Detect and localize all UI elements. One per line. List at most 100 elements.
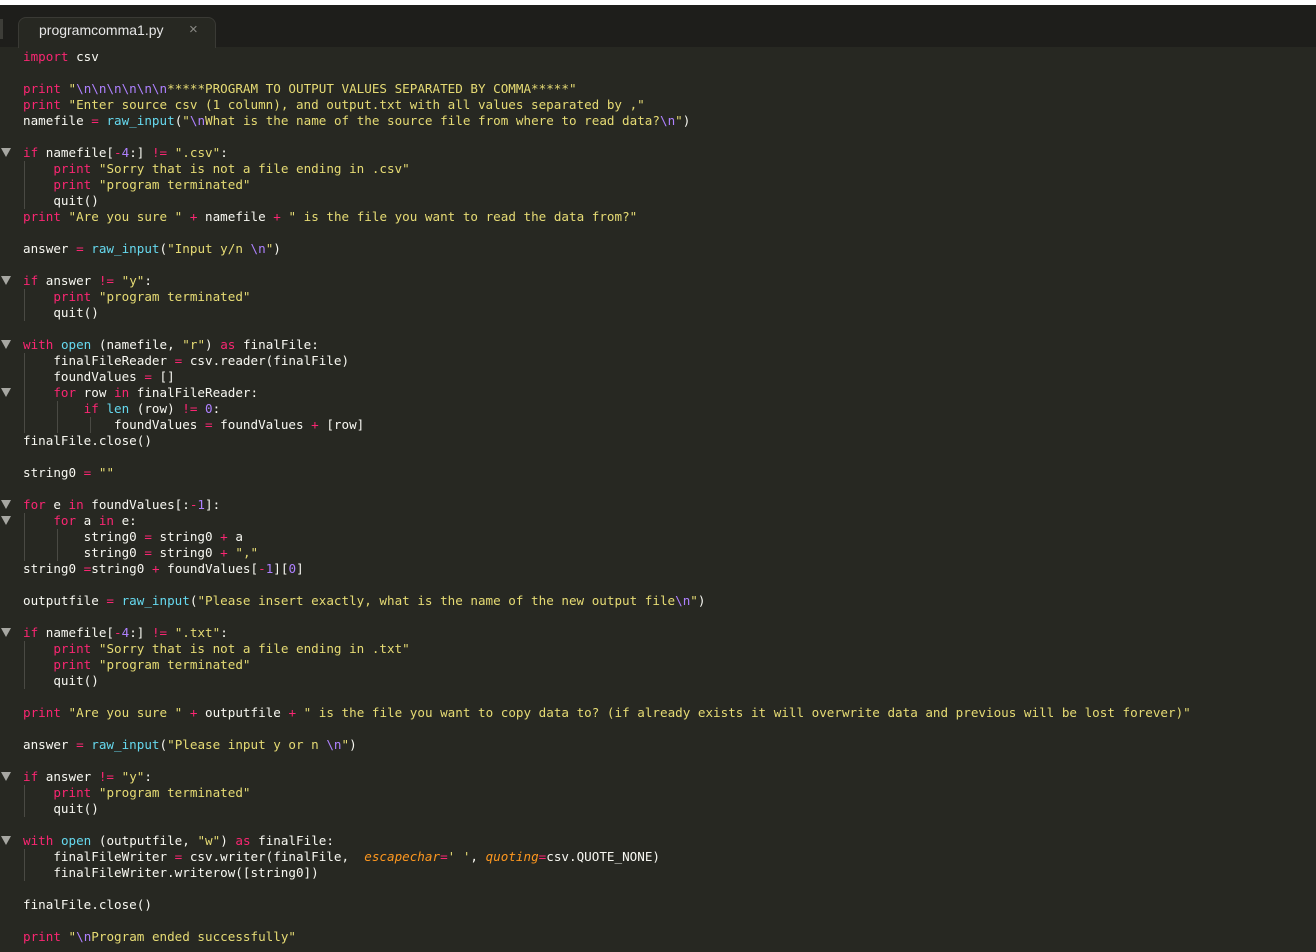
fold-arrow-icon[interactable]	[1, 516, 11, 525]
code-token: foundValues[:	[83, 497, 190, 512]
code-line[interactable]: string0 = string0 + a	[0, 529, 1316, 545]
code-line[interactable]	[0, 257, 1316, 273]
code-line[interactable]: quit()	[0, 673, 1316, 689]
code-text: print "program terminated"	[23, 785, 250, 801]
fold-arrow-icon[interactable]	[1, 772, 11, 781]
code-line[interactable]: quit()	[0, 193, 1316, 209]
code-token: print	[23, 81, 61, 96]
code-line[interactable]: answer = raw_input("Input y/n \n")	[0, 241, 1316, 257]
code-text: namefile = raw_input("\nWhat is the name…	[23, 113, 690, 129]
code-token: in	[98, 513, 115, 528]
code-line[interactable]: if answer != "y":	[0, 769, 1316, 785]
code-line[interactable]: string0 =string0 + foundValues[-1][0]	[0, 561, 1316, 577]
code-line[interactable]: finalFile.close()	[0, 433, 1316, 449]
code-token: "y"	[121, 273, 145, 288]
code-line[interactable]	[0, 65, 1316, 81]
code-line[interactable]	[0, 321, 1316, 337]
code-line[interactable]	[0, 225, 1316, 241]
fold-arrow-icon[interactable]	[1, 148, 11, 157]
indent-guide	[24, 641, 25, 689]
code-line[interactable]: quit()	[0, 801, 1316, 817]
code-line[interactable]: quit()	[0, 305, 1316, 321]
code-line[interactable]: for a in e:	[0, 513, 1316, 529]
code-line[interactable]: print "Sorry that is not a file ending i…	[0, 641, 1316, 657]
code-line[interactable]: print "program terminated"	[0, 177, 1316, 193]
code-line[interactable]: print "program terminated"	[0, 289, 1316, 305]
code-line[interactable]	[0, 721, 1316, 737]
code-token: Program ended successfully"	[91, 929, 296, 944]
code-line[interactable]: for row in finalFileReader:	[0, 385, 1316, 401]
code-line[interactable]	[0, 817, 1316, 833]
code-line[interactable]: for e in foundValues[:-1]:	[0, 497, 1316, 513]
indent-guide	[56, 401, 58, 433]
code-line[interactable]	[0, 689, 1316, 705]
code-token: namefile[	[38, 625, 114, 640]
code-line[interactable]: print "program terminated"	[0, 657, 1316, 673]
code-line[interactable]: if answer != "y":	[0, 273, 1316, 289]
fold-arrow-icon[interactable]	[1, 276, 11, 285]
code-line[interactable]	[0, 449, 1316, 465]
code-token: foundValues	[23, 417, 205, 432]
code-line[interactable]: finalFile.close()	[0, 897, 1316, 913]
code-line[interactable]	[0, 577, 1316, 593]
code-line[interactable]: outputfile = raw_input("Please insert ex…	[0, 593, 1316, 609]
code-line[interactable]: print "Are you sure " + outputfile + " i…	[0, 705, 1316, 721]
code-token: "Input y/n	[167, 241, 251, 256]
code-token: open	[60, 337, 92, 352]
code-line[interactable]: foundValues = foundValues + [row]	[0, 417, 1316, 433]
code-token: +	[220, 529, 228, 544]
fold-arrow-icon[interactable]	[1, 388, 11, 397]
code-text: finalFile.close()	[23, 897, 152, 913]
code-line[interactable]: with open (outputfile, "w") as finalFile…	[0, 833, 1316, 849]
code-token: with	[23, 337, 54, 352]
code-line[interactable]	[0, 129, 1316, 145]
code-line[interactable]: finalFileWriter = csv.writer(finalFile, …	[0, 849, 1316, 865]
indent-guide	[89, 417, 91, 433]
code-line[interactable]: if len (row) != 0:	[0, 401, 1316, 417]
code-line[interactable]: foundValues = []	[0, 369, 1316, 385]
fold-arrow-icon[interactable]	[1, 836, 11, 845]
code-line[interactable]: if namefile[-4:] != ".csv":	[0, 145, 1316, 161]
tab-bar-edge	[0, 19, 3, 39]
code-token: finalFileReader	[23, 353, 175, 368]
code-line[interactable]	[0, 481, 1316, 497]
code-token: =	[144, 369, 152, 384]
code-line[interactable]: namefile = raw_input("\nWhat is the name…	[0, 113, 1316, 129]
code-token: =	[76, 241, 84, 256]
code-text: for e in foundValues[:-1]:	[23, 497, 220, 513]
fold-arrow-icon[interactable]	[1, 340, 11, 349]
code-line[interactable]	[0, 609, 1316, 625]
close-icon[interactable]: ×	[189, 21, 198, 38]
code-line[interactable]: print "Sorry that is not a file ending i…	[0, 161, 1316, 177]
code-token: foundValues[	[159, 561, 259, 576]
code-line[interactable]: string0 = string0 + ","	[0, 545, 1316, 561]
code-line[interactable]: with open (namefile, "r") as finalFile:	[0, 337, 1316, 353]
code-token: in	[68, 497, 84, 512]
code-line[interactable]: answer = raw_input("Please input y or n …	[0, 737, 1316, 753]
code-editor[interactable]: import csv print "\n\n\n\n\n\n*****PROGRA…	[0, 47, 1316, 952]
tab-programcomma1[interactable]: programcomma1.py ×	[18, 17, 216, 48]
fold-arrow-icon[interactable]	[1, 500, 11, 509]
fold-arrow-icon[interactable]	[1, 628, 11, 637]
code-line[interactable]: if namefile[-4:] != ".txt":	[0, 625, 1316, 641]
code-line[interactable]: print "program terminated"	[0, 785, 1316, 801]
code-line[interactable]: print "Are you sure " + namefile + " is …	[0, 209, 1316, 225]
code-line[interactable]: finalFileWriter.writerow([string0])	[0, 865, 1316, 881]
code-line[interactable]	[0, 753, 1316, 769]
code-token: a	[227, 529, 243, 544]
code-line[interactable]: string0 = ""	[0, 465, 1316, 481]
code-text: string0 = string0 + ","	[23, 545, 258, 561]
code-line[interactable]: print "\n\n\n\n\n\n*****PROGRAM TO OUTPU…	[0, 81, 1316, 97]
code-line[interactable]: print "\nProgram ended successfully"	[0, 929, 1316, 945]
code-token: quit()	[23, 193, 99, 208]
code-text: foundValues = foundValues + [row]	[23, 417, 364, 433]
code-line[interactable]: print "Enter source csv (1 column), and …	[0, 97, 1316, 113]
code-line[interactable]	[0, 881, 1316, 897]
code-token: )	[349, 737, 357, 752]
code-line[interactable]	[0, 913, 1316, 929]
code-line[interactable]: import csv	[0, 49, 1316, 65]
code-line[interactable]: finalFileReader = csv.reader(finalFile)	[0, 353, 1316, 369]
